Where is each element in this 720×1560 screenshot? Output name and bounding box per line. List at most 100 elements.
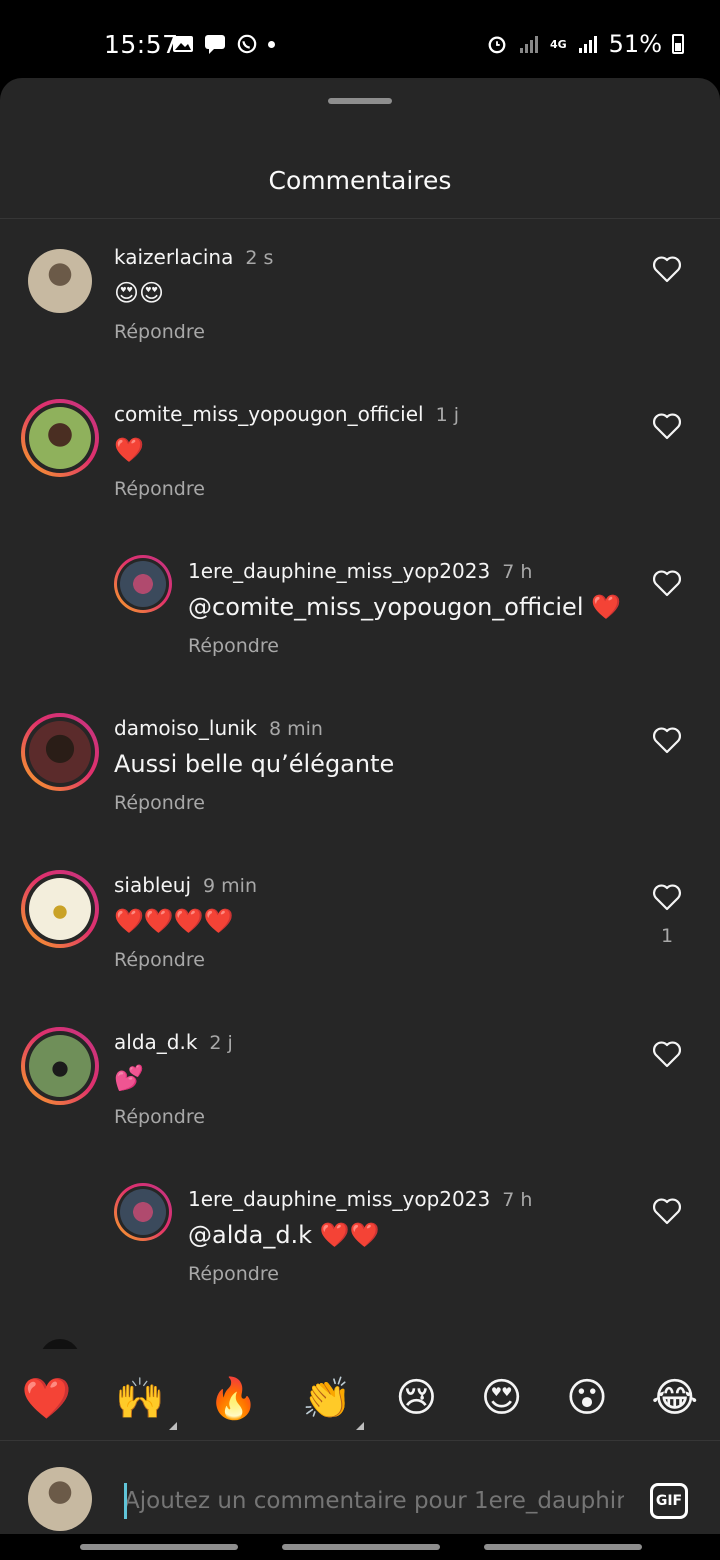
reply-button[interactable]: Répondre	[188, 1263, 532, 1285]
comment-time: 2 j	[209, 1032, 233, 1054]
comment-time: 7 h	[502, 561, 533, 583]
reaction-button[interactable]: 🔥	[209, 1375, 259, 1422]
like-button[interactable]	[652, 883, 682, 911]
gif-button[interactable]: GIF	[650, 1483, 688, 1519]
battery-icon	[672, 34, 684, 54]
alarm-icon	[488, 36, 506, 54]
heart-outline-icon	[653, 256, 681, 283]
nav-segment[interactable]	[80, 1544, 238, 1550]
reaction-button[interactable]: 😮	[566, 1375, 608, 1421]
reply-button[interactable]: Répondre	[114, 1106, 233, 1128]
comment-input[interactable]	[124, 1481, 624, 1521]
chat-icon	[205, 35, 225, 54]
reaction-button[interactable]: ❤️	[22, 1375, 72, 1422]
comment-header: damoiso_lunik 8 min	[114, 716, 394, 740]
comment-username[interactable]: damoiso_lunik	[114, 716, 257, 740]
reaction-button[interactable]: 🙌	[115, 1375, 178, 1430]
like-button[interactable]	[652, 726, 682, 754]
reaction-button[interactable]: 😢	[395, 1375, 437, 1421]
nav-segment[interactable]	[484, 1544, 642, 1550]
comment-item: comite_miss_yopougon_officiel 1 j ❤️ Répo…	[0, 376, 720, 526]
comment-username[interactable]: alda_d.k	[114, 1030, 197, 1054]
comments-list[interactable]: kaizerlacina 2 s 😍😍 Répondre comite_miss_…	[0, 219, 720, 1349]
comment-username[interactable]: kaizerlacina	[114, 245, 233, 269]
like-count[interactable]: 1	[652, 925, 682, 947]
avatar[interactable]	[21, 1027, 99, 1105]
comment-time: 1 j	[435, 404, 459, 426]
avatar-image	[120, 561, 166, 607]
comments-sheet: Commentaires kaizerlacina 2 s 😍😍 Répondre	[0, 78, 720, 1560]
comment-header: alda_d.k 2 j	[114, 1030, 233, 1054]
skin-tone-indicator	[169, 1421, 178, 1430]
avatar-inner	[117, 1186, 169, 1238]
heart-outline-icon	[653, 1198, 681, 1225]
comment-header: 1ere_dauphine_miss_yop2023 7 h	[188, 559, 621, 583]
avatar-image	[29, 1035, 91, 1097]
avatar-inner	[25, 717, 95, 787]
nav-segment[interactable]	[282, 1544, 440, 1550]
comment-username[interactable]: 1ere_dauphine_miss_yop2023	[188, 1187, 490, 1211]
comment-item: damoiso_lunik 8 min Aussi belle qu’élégan…	[0, 690, 720, 840]
heart-outline-icon	[653, 884, 681, 911]
avatar[interactable]	[114, 1183, 172, 1241]
comment-item: alda_d.k 2 j 💕 Répondre	[0, 1004, 720, 1154]
text-caret	[124, 1483, 127, 1519]
avatar-image	[120, 1189, 166, 1235]
reply-button[interactable]: Répondre	[114, 792, 394, 814]
comment-item: siableuj 9 min ❤️❤️❤️❤️ Répondre 1	[0, 847, 720, 997]
avatar-inner	[25, 403, 95, 473]
comment-header: comite_miss_yopougon_officiel 1 j	[114, 402, 459, 426]
comment-body: kaizerlacina 2 s 😍😍 Répondre	[114, 245, 273, 343]
reply-button[interactable]: Répondre	[114, 478, 459, 500]
like-button[interactable]	[652, 1040, 682, 1068]
heart-outline-icon	[653, 727, 681, 754]
comment-text: 😍😍	[114, 279, 165, 307]
avatar[interactable]	[21, 713, 99, 791]
avatar-image	[29, 878, 91, 940]
avatar-inner	[25, 1031, 95, 1101]
comment-username[interactable]: comite_miss_yopougon_officiel	[114, 402, 424, 426]
comment-time: 8 min	[268, 718, 323, 740]
whatsapp-icon	[237, 34, 257, 54]
reply-button[interactable]: Répondre	[114, 321, 273, 343]
reaction-emoji: 🙌	[115, 1375, 166, 1422]
comment-body: alda_d.k 2 j 💕 Répondre	[114, 1030, 233, 1128]
comment-text: ❤️	[114, 436, 144, 464]
comment-text: @comite_miss_yopougon_officiel ❤️	[188, 593, 621, 621]
avatar[interactable]	[114, 555, 172, 613]
signal-icon	[519, 36, 538, 53]
like-button[interactable]	[652, 569, 682, 597]
system-icons: 4G 51%	[486, 30, 684, 58]
comment-body: comite_miss_yopougon_officiel 1 j ❤️ Répo…	[114, 402, 459, 500]
comment-body: 1ere_dauphine_miss_yop2023 7 h @comite_mi…	[188, 559, 621, 657]
like-button[interactable]	[652, 1197, 682, 1225]
current-user-avatar	[28, 1467, 92, 1531]
comment-body: damoiso_lunik 8 min Aussi belle qu’élégan…	[114, 716, 394, 814]
like-button[interactable]	[652, 255, 682, 283]
reaction-button[interactable]: 👏	[302, 1375, 364, 1430]
battery-percent: 51%	[608, 30, 662, 58]
comment-text: ❤️❤️❤️❤️	[114, 907, 234, 935]
avatar-image	[29, 407, 91, 469]
sheet-title: Commentaires	[268, 166, 452, 195]
reaction-button[interactable]: 😍	[481, 1375, 523, 1421]
avatar[interactable]	[40, 1339, 80, 1349]
like-button[interactable]	[652, 412, 682, 440]
comment-username[interactable]: siableuj	[114, 873, 191, 897]
reply-button[interactable]: Répondre	[188, 635, 621, 657]
comment-username[interactable]: 1ere_dauphine_miss_yop2023	[188, 559, 490, 583]
avatar[interactable]	[21, 399, 99, 477]
system-nav-bar	[0, 1534, 720, 1560]
avatar[interactable]	[28, 249, 92, 313]
heart-outline-icon	[653, 570, 681, 597]
avatar[interactable]	[21, 870, 99, 948]
comment-header: siableuj 9 min	[114, 873, 257, 897]
reply-button[interactable]: Répondre	[114, 949, 257, 971]
drag-handle[interactable]	[328, 98, 392, 104]
comment-text: @alda_d.k ❤️❤️	[188, 1221, 380, 1249]
heart-outline-icon	[653, 1041, 681, 1068]
comment-body: siableuj 9 min ❤️❤️❤️❤️ Répondre	[114, 873, 257, 971]
network-label: 4G	[549, 37, 567, 51]
reaction-button[interactable]: 😂	[651, 1375, 698, 1421]
comment-item: kaizerlacina 2 s 😍😍 Répondre	[0, 219, 720, 369]
